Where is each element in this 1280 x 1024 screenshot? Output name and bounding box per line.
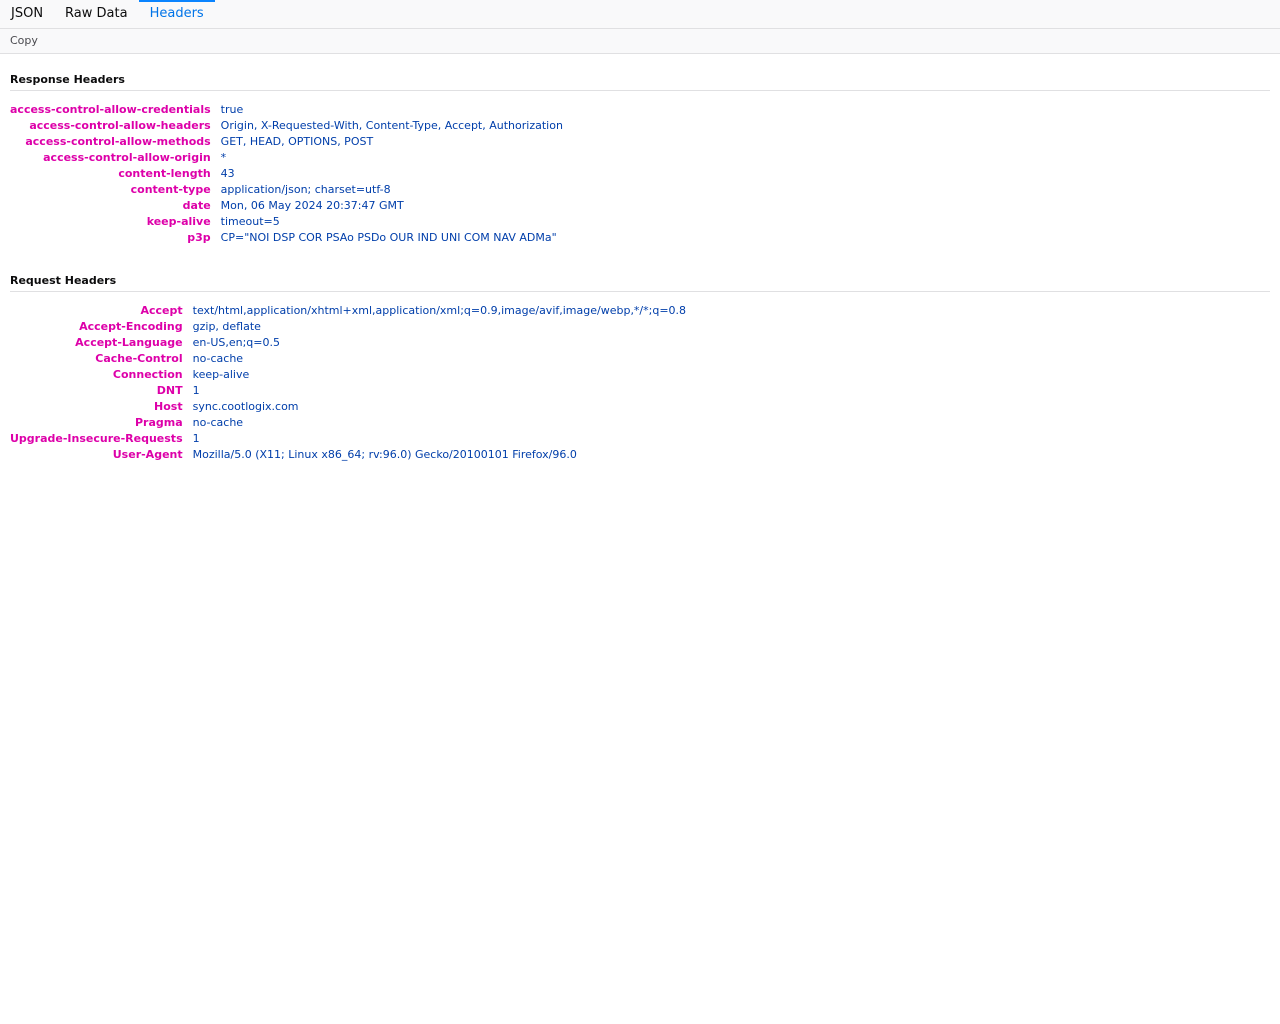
header-name: keep-alive [146,215,211,228]
header-value: no-cache [192,416,244,429]
header-name: access-control-allow-methods [25,135,211,148]
header-row: Host sync.cootlogix.com [10,399,686,415]
header-value: 1 [192,432,200,445]
response-headers-title: Response Headers [10,73,1270,91]
header-row: DNT 1 [10,383,686,399]
header-name: access-control-allow-origin [43,151,211,164]
header-value: text/html,application/xhtml+xml,applicat… [192,304,687,317]
header-name: date [182,199,211,212]
tab-raw-data[interactable]: Raw Data [54,0,139,28]
header-row: User-Agent Mozilla/5.0 (X11; Linux x86_64… [10,447,686,463]
header-value: Mozilla/5.0 (X11; Linux x86_64; rv:96.0)… [192,448,577,461]
header-value: true [220,103,244,116]
header-name: p3p [187,231,211,244]
tab-bar: JSON Raw Data Headers [0,0,1280,29]
header-name: Accept-Language [75,336,183,349]
header-row: p3p CP="NOI DSP COR PSAo PSDo OUR IND UNI… [10,230,563,246]
header-row: Pragma no-cache [10,415,686,431]
header-name: Connection [112,368,183,381]
header-row: Accept-Language en-US,en;q=0.5 [10,335,686,351]
header-value: * [220,151,227,164]
headers-panel: Response Headers access-control-allow-cr… [0,73,1280,463]
header-value: 43 [220,167,235,180]
header-value: keep-alive [192,368,250,381]
header-name: content-type [130,183,211,196]
header-value: timeout=5 [220,215,280,228]
header-name: Pragma [134,416,183,429]
copy-button[interactable]: Copy [0,29,48,53]
request-headers-title: Request Headers [10,274,1270,292]
header-row: access-control-allow-origin * [10,150,563,166]
header-name: Cache-Control [95,352,183,365]
header-value: CP="NOI DSP COR PSAo PSDo OUR IND UNI CO… [220,231,557,244]
header-value: application/json; charset=utf-8 [220,183,391,196]
header-value: gzip, deflate [192,320,261,333]
header-row: Cache-Control no-cache [10,351,686,367]
header-row: date Mon, 06 May 2024 20:37:47 GMT [10,198,563,214]
header-name: User-Agent [112,448,183,461]
header-value: Mon, 06 May 2024 20:37:47 GMT [220,199,404,212]
header-value: 1 [192,384,200,397]
header-row: Upgrade-Insecure-Requests 1 [10,431,686,447]
header-row: Accept-Encoding gzip, deflate [10,319,686,335]
header-name: Accept-Encoding [79,320,183,333]
header-name: content-length [118,167,211,180]
header-name: DNT [156,384,183,397]
toolbar: Copy [0,29,1280,54]
header-row: content-type application/json; charset=ut… [10,182,563,198]
header-row: keep-alive timeout=5 [10,214,563,230]
response-headers-table: access-control-allow-credentials true acce… [10,102,563,246]
tab-headers[interactable]: Headers [138,0,215,28]
header-row: Connection keep-alive [10,367,686,383]
header-row: access-control-allow-headers Origin, X-Re… [10,118,563,134]
header-row: access-control-allow-credentials true [10,102,563,118]
header-name: access-control-allow-credentials [10,103,211,116]
header-row: access-control-allow-methods GET, HEAD, O… [10,134,563,150]
header-row: Accept text/html,application/xhtml+xml,ap… [10,303,686,319]
header-value: Origin, X-Requested-With, Content-Type, … [220,119,563,132]
request-headers-table: Accept text/html,application/xhtml+xml,ap… [10,303,686,463]
header-value: GET, HEAD, OPTIONS, POST [220,135,374,148]
header-name: access-control-allow-headers [29,119,211,132]
header-value: no-cache [192,352,244,365]
header-value: sync.cootlogix.com [192,400,299,413]
header-value: en-US,en;q=0.5 [192,336,281,349]
header-name: Host [154,400,183,413]
header-name: Upgrade-Insecure-Requests [10,432,183,445]
header-name: Accept [140,304,183,317]
tab-json[interactable]: JSON [0,0,54,28]
header-row: content-length 43 [10,166,563,182]
